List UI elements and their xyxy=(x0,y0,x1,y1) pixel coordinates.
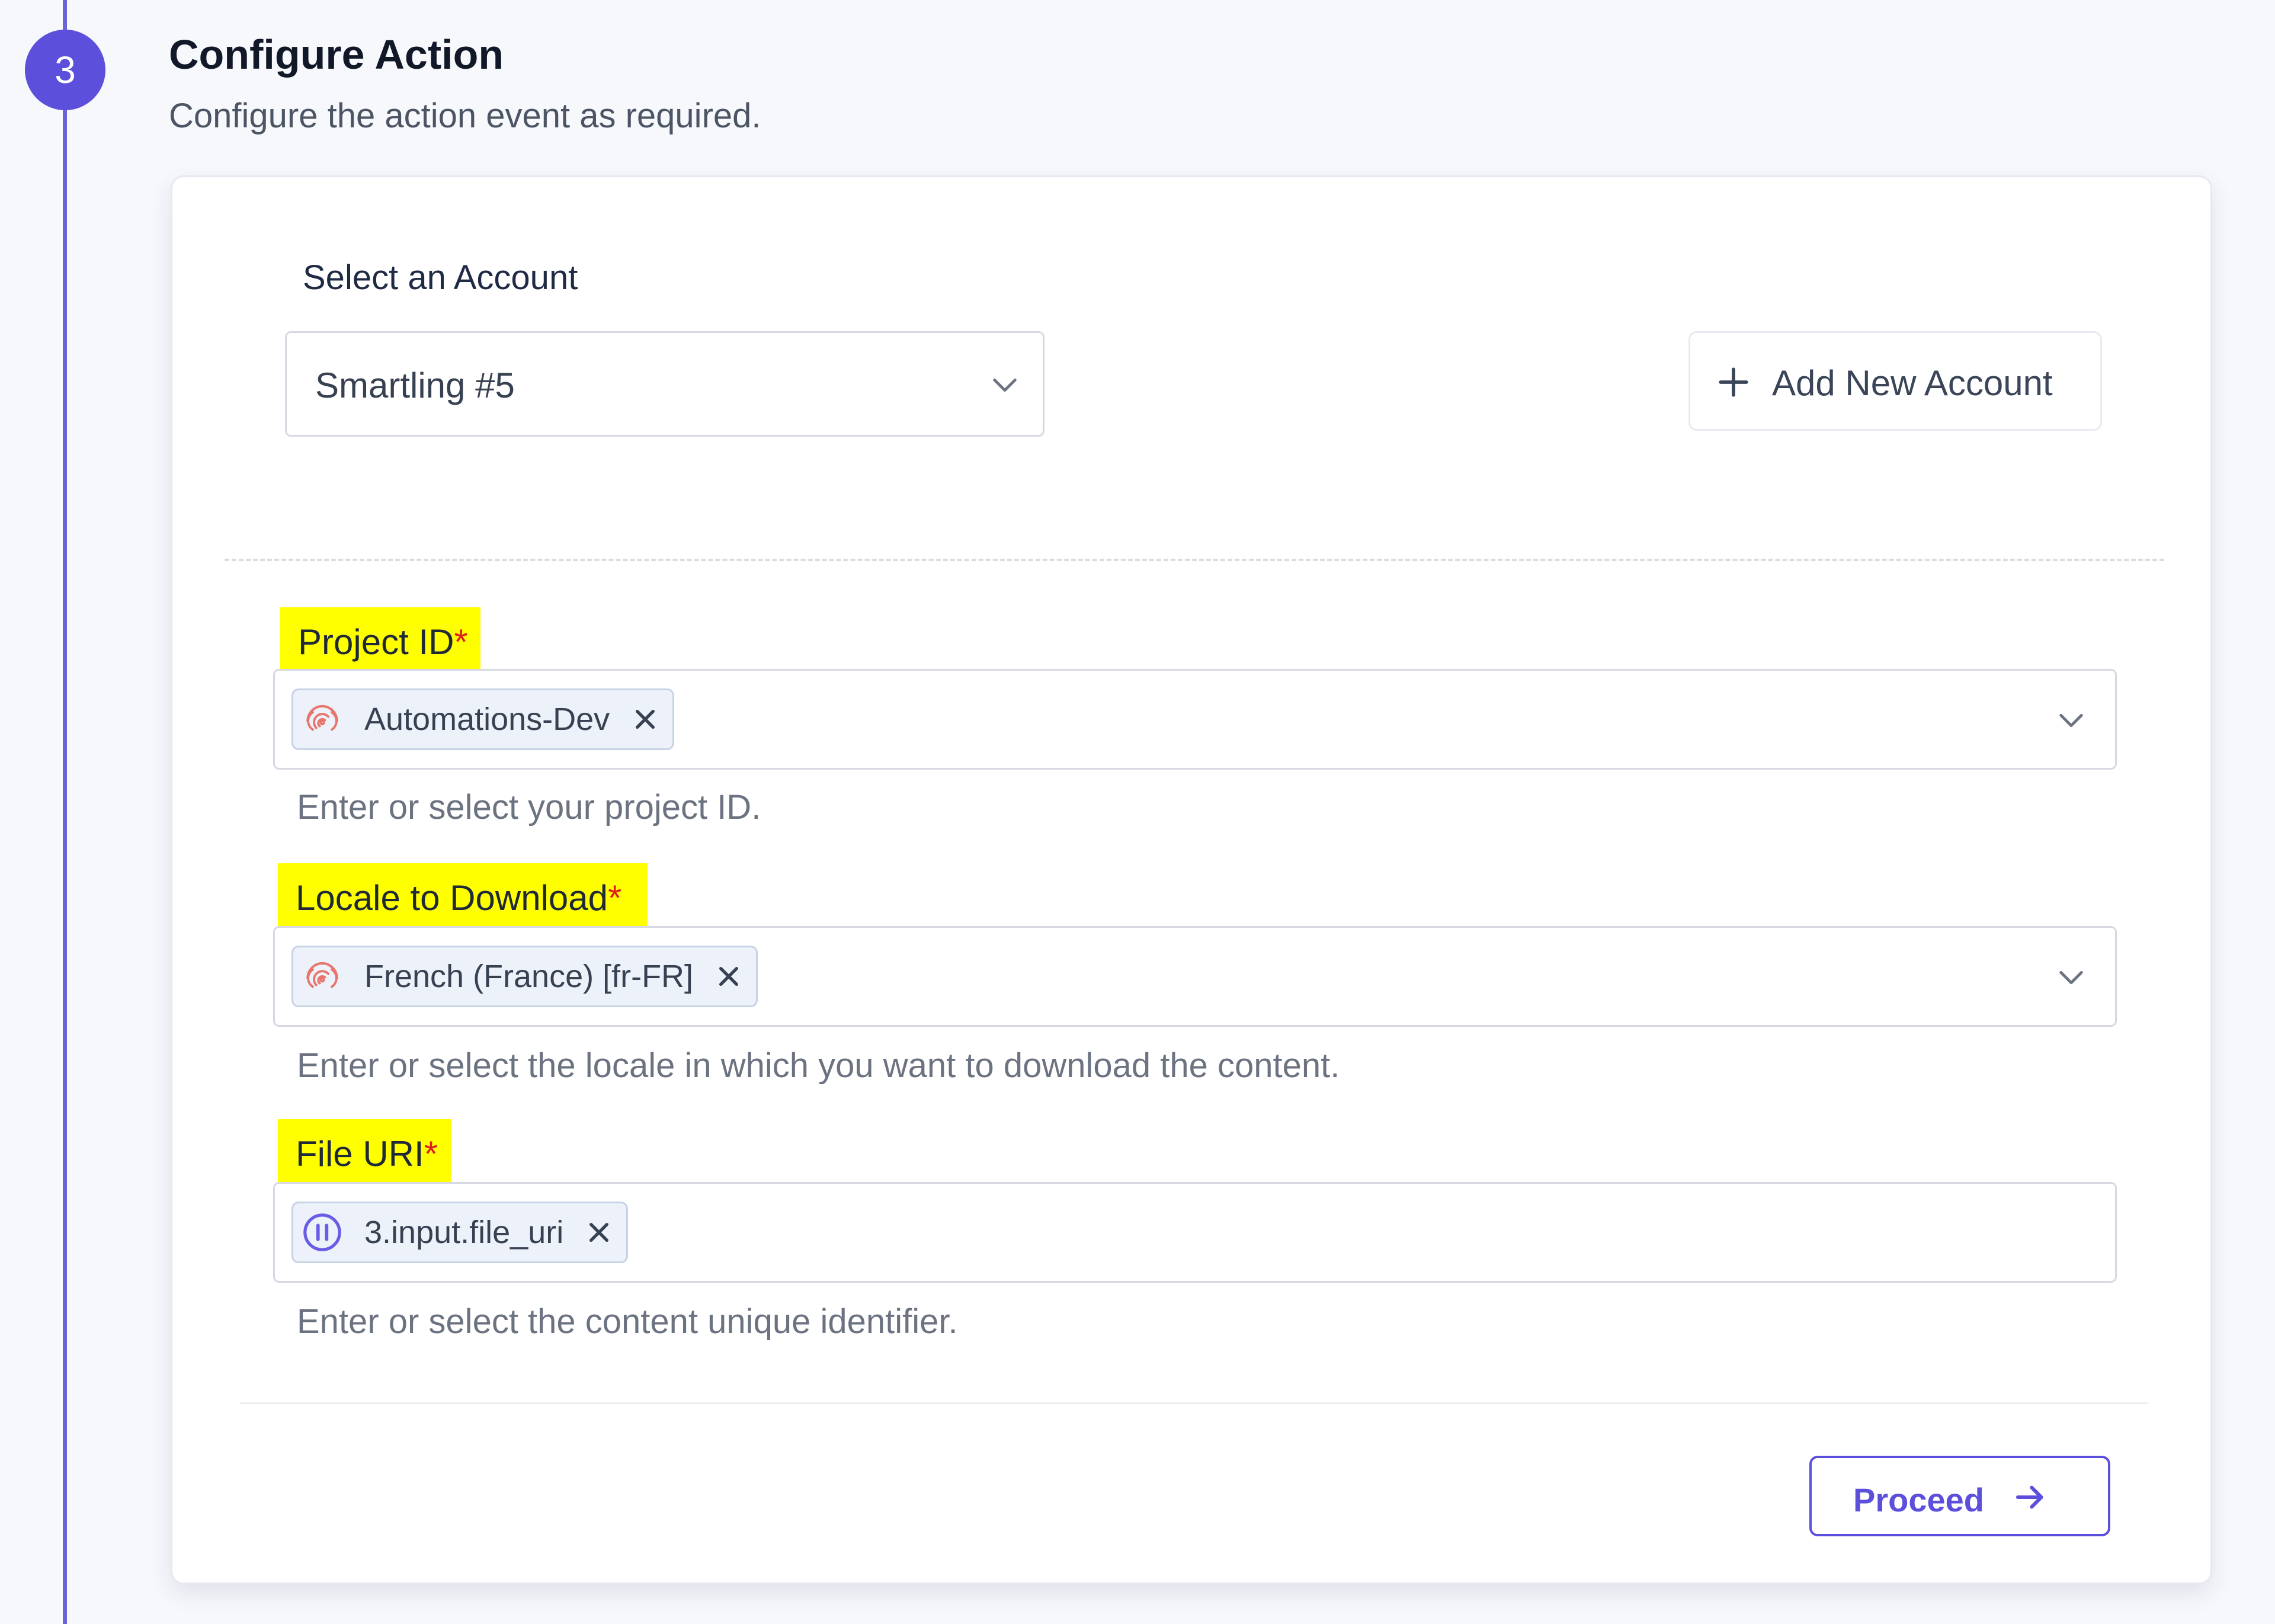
plus-icon xyxy=(1719,367,1748,397)
arrow-right-icon xyxy=(2016,1485,2043,1509)
locale-chip-text: French (France) [fr-FR] xyxy=(364,959,694,994)
add-new-account-label: Add New Account xyxy=(1772,363,2053,403)
section-divider xyxy=(225,559,2164,561)
pause-circle-icon xyxy=(303,1213,341,1251)
proceed-label: Proceed xyxy=(1853,1481,1984,1519)
file-uri-chip: 3.input.file_uri xyxy=(291,1202,629,1263)
configure-action-card: Select an Account Smartling #5 Add New A… xyxy=(171,175,2212,1584)
required-asterisk: * xyxy=(454,622,468,662)
proceed-button[interactable]: Proceed xyxy=(1809,1456,2110,1536)
project-id-field[interactable]: Automations-Dev xyxy=(273,669,2117,770)
step-title: Configure Action xyxy=(169,31,504,78)
account-select-value: Smartling #5 xyxy=(315,366,515,405)
remove-chip-icon[interactable] xyxy=(587,1221,611,1244)
step-subtitle: Configure the action event as required. xyxy=(169,97,761,135)
account-select[interactable]: Smartling #5 xyxy=(285,331,1044,437)
remove-chip-icon[interactable] xyxy=(717,965,741,988)
fingerprint-icon xyxy=(306,962,338,988)
step-number-badge: 3 xyxy=(25,30,105,110)
account-label: Select an Account xyxy=(303,258,578,297)
step-rail xyxy=(63,0,67,1624)
file-uri-helper: Enter or select the content unique ident… xyxy=(297,1302,958,1341)
add-new-account-button[interactable]: Add New Account xyxy=(1688,331,2102,431)
chevron-down-icon[interactable] xyxy=(2056,705,2087,736)
project-id-helper: Enter or select your project ID. xyxy=(297,788,761,827)
locale-field[interactable]: French (France) [fr-FR] xyxy=(273,926,2117,1027)
footer-divider xyxy=(240,1402,2148,1404)
remove-chip-icon[interactable] xyxy=(633,707,657,731)
locale-helper: Enter or select the locale in which you … xyxy=(297,1046,1340,1085)
chevron-down-icon xyxy=(993,378,1017,392)
required-asterisk: * xyxy=(424,1134,438,1174)
file-uri-chip-text: 3.input.file_uri xyxy=(364,1215,564,1250)
required-asterisk: * xyxy=(608,878,622,918)
file-uri-field[interactable]: 3.input.file_uri xyxy=(273,1182,2117,1283)
fingerprint-icon xyxy=(306,704,338,731)
project-id-chip-text: Automations-Dev xyxy=(364,702,610,737)
chevron-down-icon[interactable] xyxy=(2056,962,2087,993)
locale-chip: French (France) [fr-FR] xyxy=(291,946,758,1007)
project-id-chip: Automations-Dev xyxy=(291,688,675,750)
